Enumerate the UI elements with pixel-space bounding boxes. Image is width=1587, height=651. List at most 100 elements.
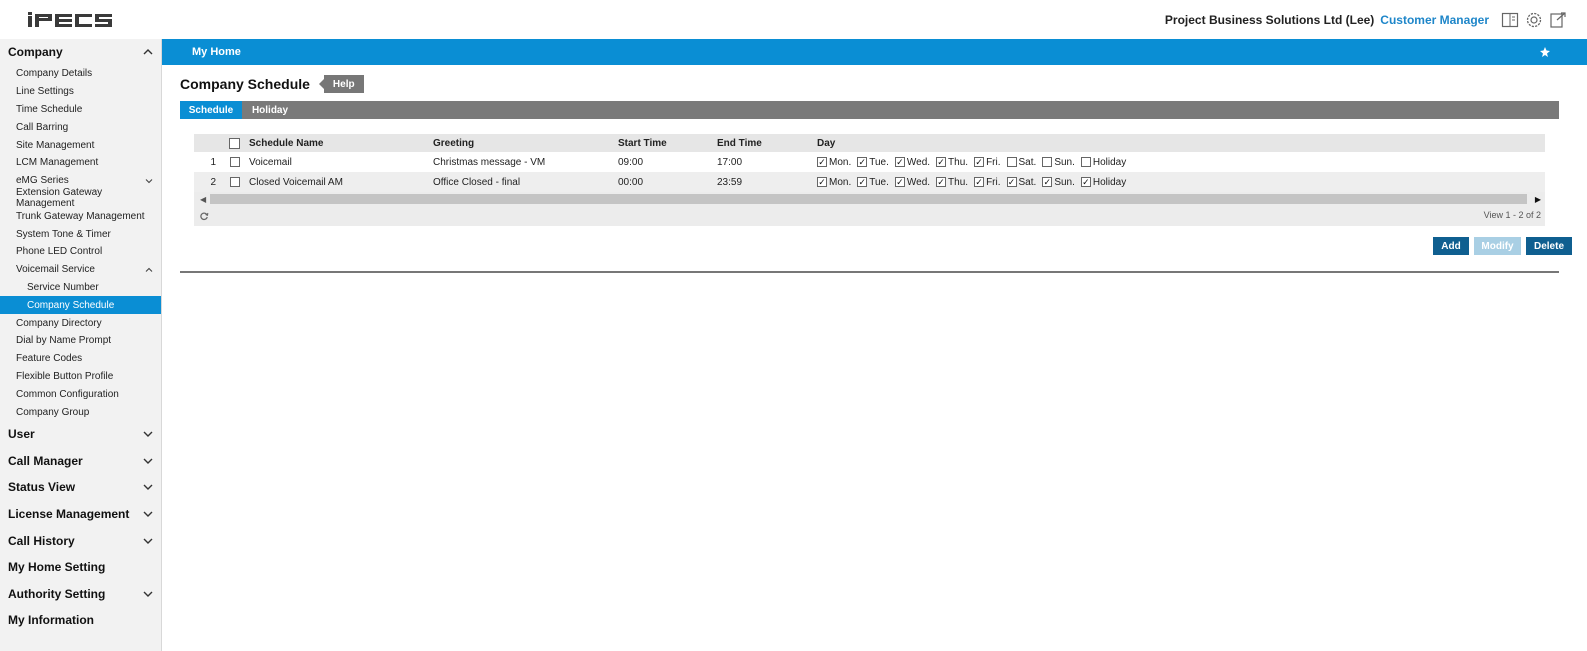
chevron-down-icon <box>143 431 153 438</box>
table-row[interactable]: 1 Voicemail Christmas message - VM 09:00 17:… <box>194 152 1545 172</box>
sidebar-item-phone-led[interactable]: Phone LED Control <box>0 243 161 261</box>
sidebar-section-status-view[interactable]: Status View <box>0 474 161 501</box>
sidebar-item-company-group[interactable]: Company Group <box>0 403 161 421</box>
sidebar-section-call-manager[interactable]: Call Manager <box>0 448 161 475</box>
day-checkbox-tue[interactable]: ✓ <box>857 177 868 187</box>
end-time-cell: 17:00 <box>717 156 743 168</box>
tab-schedule[interactable]: Schedule <box>180 101 242 119</box>
sidebar-item-trunk-gateway[interactable]: Trunk Gateway Management <box>0 207 161 225</box>
refresh-icon[interactable] <box>199 211 209 221</box>
day-option-tue: ✓ Tue. <box>857 177 889 188</box>
column-day[interactable]: Day <box>817 138 1545 149</box>
row-select-checkbox[interactable] <box>229 157 240 167</box>
tab-holiday[interactable]: Holiday <box>242 101 298 119</box>
day-checkbox-thu[interactable]: ✓ <box>936 157 947 167</box>
sidebar-item-lcm-management[interactable]: LCM Management <box>0 154 161 172</box>
scroll-thumb[interactable] <box>210 194 1527 204</box>
scroll-left-arrow-icon[interactable]: ◀ <box>200 195 206 204</box>
chevron-down-icon <box>143 591 153 597</box>
scroll-right-arrow-icon[interactable]: ▶ <box>1535 195 1541 204</box>
sidebar-section-my-information[interactable]: My Information <box>0 607 161 634</box>
sidebar-item-dial-by-name[interactable]: Dial by Name Prompt <box>0 332 161 350</box>
sidebar-item-company-details[interactable]: Company Details <box>0 65 161 83</box>
column-end-time[interactable]: End Time <box>717 138 817 149</box>
role-link[interactable]: Customer Manager <box>1380 13 1489 27</box>
sidebar-item-feature-codes[interactable]: Feature Codes <box>0 350 161 368</box>
sidebar-item-company-schedule[interactable]: Company Schedule <box>0 296 161 315</box>
table-row[interactable]: 2 Closed Voicemail AM Office Closed - fina… <box>194 172 1545 192</box>
day-option-thu: ✓ Thu. <box>936 177 968 188</box>
sidebar-item-extension-gateway[interactable]: Extension Gateway Management <box>0 187 161 209</box>
day-option-mon: ✓ Mon. <box>817 177 851 188</box>
day-checkbox-sun[interactable] <box>1042 157 1053 167</box>
sidebar-section-label: My Information <box>8 613 94 628</box>
sidebar-item-common-configuration[interactable]: Common Configuration <box>0 385 161 403</box>
sidebar-item-site-management[interactable]: Site Management <box>0 136 161 154</box>
day-checkbox-fri[interactable]: ✓ <box>974 157 985 167</box>
greeting-cell: Christmas message - VM <box>433 156 546 168</box>
horizontal-scrollbar[interactable]: ◀ ▶ <box>194 192 1545 206</box>
day-checkbox-mon[interactable]: ✓ <box>817 157 827 167</box>
delete-button[interactable]: Delete <box>1526 237 1572 255</box>
day-checkbox-sun[interactable]: ✓ <box>1042 177 1053 187</box>
sidebar-item-voicemail-service[interactable]: Voicemail Service <box>0 261 161 279</box>
day-label: Tue. <box>869 176 889 188</box>
pin-icon[interactable] <box>1539 46 1551 58</box>
day-checkbox-wed[interactable]: ✓ <box>894 157 905 167</box>
sidebar-item-company-directory[interactable]: Company Directory <box>0 314 161 332</box>
sidebar-section-license-management[interactable]: License Management <box>0 501 161 528</box>
column-greeting[interactable]: Greeting <box>433 138 618 149</box>
day-checkbox-holiday[interactable] <box>1080 157 1091 167</box>
sidebar-section-authority-setting[interactable]: Authority Setting <box>0 581 161 608</box>
sidebar-item-time-schedule[interactable]: Time Schedule <box>0 101 161 119</box>
home-bar-title[interactable]: My Home <box>192 46 241 58</box>
settings-icon[interactable] <box>1525 11 1543 29</box>
day-label: Sun. <box>1054 156 1075 168</box>
sidebar-section-label: Call Manager <box>8 453 83 468</box>
sidebar-item-system-tone[interactable]: System Tone & Timer <box>0 225 161 243</box>
schedule-table: Schedule Name Greeting Start Time End Ti… <box>194 134 1545 226</box>
day-checkbox-fri[interactable]: ✓ <box>974 177 985 187</box>
select-all-checkbox[interactable] <box>229 137 240 149</box>
day-label: Sun. <box>1054 176 1075 188</box>
row-number: 1 <box>210 156 216 168</box>
day-cell: ✓ Mon. ✓ Tue. ✓ Wed. ✓ Thu. ✓ Fri. Sat. Sun. Holiday <box>817 157 1545 168</box>
schedule-name-cell: Closed Voicemail AM <box>249 176 343 188</box>
sidebar-section-call-history[interactable]: Call History <box>0 527 161 554</box>
sidebar-item-line-settings[interactable]: Line Settings <box>0 83 161 101</box>
add-button[interactable]: Add <box>1433 237 1469 255</box>
day-option-wed: ✓ Wed. <box>894 177 930 188</box>
sidebar-item-label: Voicemail Service <box>16 264 95 276</box>
sidebar-section-company[interactable]: Company <box>0 39 161 65</box>
day-label: Fri. <box>986 176 1001 188</box>
sidebar: Company Company Details Line Settings Ti… <box>0 39 162 651</box>
table-header: Schedule Name Greeting Start Time End Ti… <box>194 134 1545 152</box>
row-select-checkbox[interactable] <box>229 177 240 187</box>
sidebar-section-my-home-setting[interactable]: My Home Setting <box>0 554 161 581</box>
column-schedule-name[interactable]: Schedule Name <box>249 138 433 149</box>
day-checkbox-thu[interactable]: ✓ <box>936 177 947 187</box>
logout-icon[interactable] <box>1549 11 1567 29</box>
view-count: View 1 - 2 of 2 <box>1483 210 1541 220</box>
sidebar-section-user[interactable]: User <box>0 421 161 448</box>
day-checkbox-holiday[interactable]: ✓ <box>1080 177 1091 187</box>
greeting-cell: Office Closed - final <box>433 176 521 188</box>
help-button[interactable]: Help <box>318 75 364 93</box>
modify-button[interactable]: Modify <box>1474 237 1521 255</box>
manual-icon[interactable] <box>1501 11 1519 29</box>
sidebar-item-service-number[interactable]: Service Number <box>0 279 161 297</box>
day-label: Sat. <box>1018 176 1037 188</box>
day-checkbox-sat[interactable] <box>1006 157 1017 167</box>
day-checkbox-tue[interactable]: ✓ <box>857 157 868 167</box>
day-checkbox-mon[interactable]: ✓ <box>817 177 827 187</box>
day-option-tue: ✓ Tue. <box>857 157 889 168</box>
chevron-down-icon <box>143 458 153 464</box>
sidebar-item-flexible-button[interactable]: Flexible Button Profile <box>0 368 161 386</box>
sidebar-item-call-barring[interactable]: Call Barring <box>0 118 161 136</box>
day-label: Tue. <box>869 156 889 168</box>
sidebar-section-label: Status View <box>8 480 76 495</box>
day-checkbox-wed[interactable]: ✓ <box>894 177 905 187</box>
chevron-down-icon <box>145 178 153 183</box>
column-start-time[interactable]: Start Time <box>618 138 717 149</box>
day-checkbox-sat[interactable]: ✓ <box>1006 177 1017 187</box>
